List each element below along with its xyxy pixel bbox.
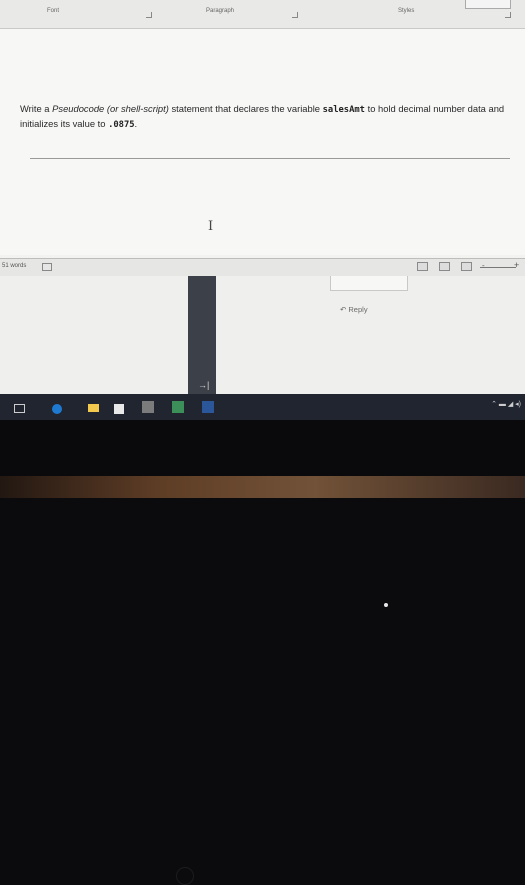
- proofing-icon[interactable]: [42, 263, 52, 271]
- web-layout-icon[interactable]: [461, 262, 472, 271]
- paragraph-dialog-launcher-icon[interactable]: [292, 12, 298, 18]
- print-layout-icon[interactable]: [439, 262, 450, 271]
- keyboard-light-dot: [384, 603, 388, 607]
- task-view-icon[interactable]: [14, 404, 25, 413]
- photos-icon[interactable]: [172, 401, 184, 413]
- text-cursor-icon: I: [208, 219, 214, 234]
- store-icon[interactable]: [114, 404, 124, 414]
- styles-gallery-scroll[interactable]: [465, 0, 511, 9]
- hp-logo-icon: [176, 867, 194, 885]
- question-part2: statement that declares the variable: [168, 103, 323, 114]
- read-mode-icon[interactable]: [417, 262, 428, 271]
- reply-arrow-icon: ↶: [340, 305, 347, 314]
- styles-dialog-launcher-icon[interactable]: [505, 12, 511, 18]
- font-dialog-launcher-icon[interactable]: [146, 12, 152, 18]
- answer-line: [30, 158, 510, 159]
- edge-icon[interactable]: [52, 404, 62, 414]
- file-explorer-icon[interactable]: [88, 404, 99, 412]
- taskbar: ⌃ ▬ ◢ ◂): [0, 394, 525, 420]
- question-text: Write a Pseudocode (or shell-script) sta…: [20, 102, 520, 132]
- variable-name: salesAmt: [322, 105, 365, 115]
- ribbon-group-paragraph[interactable]: Paragraph: [206, 8, 234, 14]
- left-panel: →|: [188, 276, 216, 394]
- word-count[interactable]: 51 words: [2, 263, 26, 269]
- amazon-icon[interactable]: [142, 401, 154, 413]
- status-bar: 51 words - +: [0, 258, 525, 276]
- initial-value: .0875: [108, 120, 135, 130]
- question-part1: Write a: [20, 103, 53, 114]
- reply-label: Reply: [348, 305, 368, 314]
- zoom-out-icon[interactable]: -: [482, 261, 485, 270]
- system-tray-icons[interactable]: ⌃ ▬ ◢ ◂): [491, 400, 521, 408]
- question-end: .: [134, 118, 138, 129]
- word-icon[interactable]: [202, 401, 214, 413]
- ribbon: Font Paragraph Styles: [0, 0, 525, 29]
- question-pseudocode: Pseudocode: [52, 103, 105, 114]
- ribbon-group-font[interactable]: Font: [47, 8, 59, 14]
- comment-box[interactable]: [330, 276, 408, 291]
- comments-area: [0, 276, 525, 394]
- document-page[interactable]: Write a Pseudocode (or shell-script) sta…: [0, 29, 525, 255]
- collapse-arrow-icon[interactable]: →|: [198, 380, 209, 390]
- laptop-bezel: [0, 420, 525, 885]
- ribbon-group-styles[interactable]: Styles: [398, 8, 414, 14]
- laptop-screen: Font Paragraph Styles Write a Pseudocode…: [0, 0, 525, 420]
- reply-link[interactable]: ↶ Reply: [340, 305, 368, 314]
- zoom-slider[interactable]: [480, 267, 516, 268]
- zoom-in-icon[interactable]: +: [514, 260, 519, 270]
- question-italic-note: (or shell-script): [104, 103, 169, 114]
- bezel-reflection: [0, 476, 525, 498]
